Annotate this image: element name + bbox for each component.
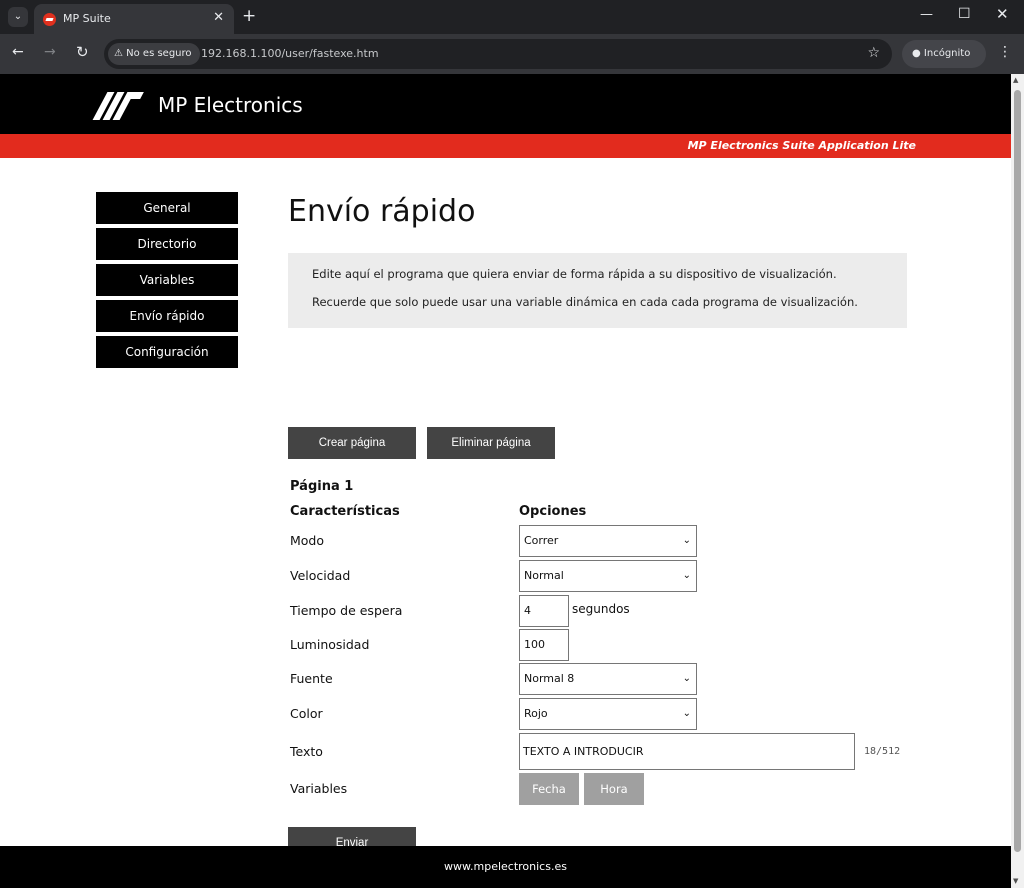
color-select[interactable]: Rojo ⌄ xyxy=(519,698,697,730)
browser-tab[interactable]: MP Suite ✕ xyxy=(34,4,234,34)
speed-label: Velocidad xyxy=(290,568,351,583)
incognito-label: Incógnito xyxy=(923,48,971,59)
tab-title: MP Suite xyxy=(63,12,111,25)
scroll-up-arrow-icon[interactable]: ▲ xyxy=(1013,76,1018,84)
chevron-down-icon: ⌄ xyxy=(682,673,691,684)
brand-name: MP Electronics xyxy=(158,93,303,117)
info-line-2: Recuerde que solo puede usar una variabl… xyxy=(312,295,858,309)
text-label: Texto xyxy=(290,744,323,759)
chevron-down-icon: ⌄ xyxy=(682,535,691,546)
sidebar-item-envio-rapido[interactable]: Envío rápido xyxy=(96,300,238,332)
page-scrollbar[interactable]: ▲ ▼ xyxy=(1011,74,1024,888)
scrollbar-thumb[interactable] xyxy=(1014,90,1021,852)
chevron-down-icon: ⌄ xyxy=(682,570,691,581)
maximize-icon[interactable]: ☐ xyxy=(958,6,971,22)
page-title: Envío rápido xyxy=(288,194,476,229)
page-label: Página 1 xyxy=(290,479,354,494)
variables-label: Variables xyxy=(290,781,348,796)
sidebar-nav: General Directorio Variables Envío rápid… xyxy=(96,192,238,372)
characteristics-header: Características xyxy=(290,504,400,519)
browser-toolbar: ← → ↻ ⚠ No es seguro 192.168.1.100/user/… xyxy=(0,34,1024,74)
security-label: No es seguro xyxy=(126,48,192,59)
site-favicon-icon xyxy=(43,13,56,26)
url-text[interactable]: 192.168.1.100/user/fastexe.htm xyxy=(201,47,379,60)
font-select[interactable]: Normal 8 ⌄ xyxy=(519,663,697,695)
mode-value: Correr xyxy=(524,534,559,547)
browser-tab-bar: ⌄ MP Suite ✕ + — ☐ ✕ xyxy=(0,0,1024,34)
wait-time-label: Tiempo de espera xyxy=(290,603,403,618)
create-page-button[interactable]: Crear página xyxy=(288,427,416,459)
sidebar-item-configuracion[interactable]: Configuración xyxy=(96,336,238,368)
text-input[interactable]: TEXTO A INTRODUCIR xyxy=(519,733,855,770)
options-header: Opciones xyxy=(519,504,587,519)
suite-banner: MP Electronics Suite Application Lite xyxy=(0,134,1011,158)
mode-select[interactable]: Correr ⌄ xyxy=(519,525,697,557)
site-footer: www.mpelectronics.es xyxy=(0,846,1011,888)
incognito-icon: ● xyxy=(912,48,921,59)
speed-select[interactable]: Normal ⌄ xyxy=(519,560,697,592)
site-header: MP Electronics xyxy=(0,74,1011,134)
speed-value: Normal xyxy=(524,569,564,582)
brightness-label: Luminosidad xyxy=(290,637,370,652)
tab-search-chevron-icon[interactable]: ⌄ xyxy=(8,7,28,27)
back-arrow-icon[interactable]: ← xyxy=(12,44,24,60)
address-bar[interactable]: ⚠ No es seguro 192.168.1.100/user/fastex… xyxy=(104,39,892,69)
chevron-down-icon: ⌄ xyxy=(682,708,691,719)
forward-arrow-icon[interactable]: → xyxy=(44,44,56,60)
info-line-1: Edite aquí el programa que quiera enviar… xyxy=(312,267,837,281)
info-box: Edite aquí el programa que quiera enviar… xyxy=(288,253,907,328)
bookmark-star-icon[interactable]: ☆ xyxy=(867,45,880,61)
brightness-input[interactable]: 100 xyxy=(519,629,569,661)
insert-date-button[interactable]: Fecha xyxy=(519,773,579,805)
tab-close-icon[interactable]: ✕ xyxy=(213,10,224,25)
new-tab-button[interactable]: + xyxy=(242,6,256,26)
scroll-down-arrow-icon[interactable]: ▼ xyxy=(1013,877,1018,885)
font-value: Normal 8 xyxy=(524,672,575,685)
footer-site-link[interactable]: www.mpelectronics.es xyxy=(0,860,1011,873)
wait-time-unit: segundos xyxy=(572,602,630,616)
color-label: Color xyxy=(290,706,323,721)
incognito-indicator[interactable]: ● Incógnito xyxy=(902,40,986,68)
window-close-icon[interactable]: ✕ xyxy=(996,5,1009,23)
color-value: Rojo xyxy=(524,707,548,720)
insert-time-button[interactable]: Hora xyxy=(584,773,644,805)
font-label: Fuente xyxy=(290,671,333,686)
sidebar-item-variables[interactable]: Variables xyxy=(96,264,238,296)
browser-menu-icon[interactable]: ⋮ xyxy=(998,44,1012,60)
sidebar-item-general[interactable]: General xyxy=(96,192,238,224)
wait-time-input[interactable]: 4 xyxy=(519,595,569,627)
security-chip[interactable]: ⚠ No es seguro xyxy=(108,43,200,65)
warning-triangle-icon: ⚠ xyxy=(114,48,123,59)
delete-page-button[interactable]: Eliminar página xyxy=(427,427,555,459)
reload-icon[interactable]: ↻ xyxy=(76,43,89,61)
mp-logo-icon xyxy=(92,92,144,120)
main-content: Envío rápido Edite aquí el programa que … xyxy=(288,192,908,859)
web-page: MP Electronics MP Electronics Suite Appl… xyxy=(0,74,1011,888)
sidebar-item-directorio[interactable]: Directorio xyxy=(96,228,238,260)
minimize-icon[interactable]: — xyxy=(920,7,933,22)
suite-label: MP Electronics Suite Application Lite xyxy=(687,139,916,152)
text-char-counter: 18/512 xyxy=(864,746,901,757)
mode-label: Modo xyxy=(290,533,325,548)
